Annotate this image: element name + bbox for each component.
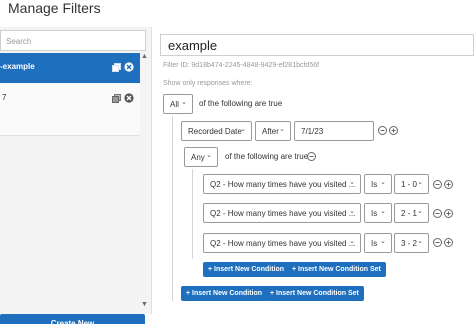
select-value: Recorded Date xyxy=(188,127,242,136)
chevron-down-icon: ⌄ xyxy=(349,238,355,245)
copy-icon[interactable] xyxy=(112,94,121,103)
select-value: Is xyxy=(371,239,378,248)
value-select[interactable]: 1 - 0 ⌄ xyxy=(394,174,429,194)
filter-list-panel: Search -example 7 ▲ ▼ Create New xyxy=(0,27,152,324)
chevron-down-icon: ⌄ xyxy=(417,179,423,186)
chevron-down-icon: ⌄ xyxy=(417,238,423,245)
subgroup-conjunction-select[interactable]: Any ⌄ xyxy=(184,147,218,167)
chevron-down-icon: ⌄ xyxy=(181,99,187,106)
insert-condition-set-button[interactable]: + Insert New Condition Set xyxy=(265,286,364,301)
select-value: Q2 - How many times have you visited ... xyxy=(210,209,356,218)
select-value: All xyxy=(170,100,179,109)
minus-circle-icon[interactable] xyxy=(433,209,442,218)
subgroup-line xyxy=(192,169,193,259)
chevron-down-icon: ⌄ xyxy=(380,238,386,245)
create-new-button[interactable]: Create New xyxy=(0,314,145,324)
chevron-down-icon: ⌄ xyxy=(349,208,355,215)
question-select[interactable]: Q2 - How many times have you visited ...… xyxy=(203,203,361,223)
select-value: Is xyxy=(371,180,378,189)
chevron-down-icon: ⌄ xyxy=(279,126,285,133)
filter-item-label: -example xyxy=(0,62,35,71)
question-select[interactable]: Q2 - How many times have you visited ...… xyxy=(203,174,361,194)
operator-select[interactable]: Is ⌄ xyxy=(364,233,392,253)
operator-select[interactable]: Is ⌄ xyxy=(364,203,392,223)
value-select[interactable]: 3 - 2 ⌄ xyxy=(394,233,429,253)
show-only-label: Show only responses where: xyxy=(163,80,253,87)
select-value: 1 - 0 xyxy=(401,180,418,189)
operator-select[interactable]: Is ⌄ xyxy=(364,174,392,194)
chevron-down-icon: ⌄ xyxy=(349,179,355,186)
filter-list-item-active[interactable]: -example xyxy=(0,53,140,83)
page-title: Manage Filters xyxy=(8,0,101,16)
select-value: Q2 - How many times have you visited ... xyxy=(210,239,356,248)
chevron-down-icon: ⌄ xyxy=(417,208,423,215)
select-value: Q2 - How many times have you visited ... xyxy=(210,180,356,189)
copy-icon[interactable] xyxy=(112,63,121,72)
question-select[interactable]: Q2 - How many times have you visited ...… xyxy=(203,233,361,253)
remove-icon[interactable] xyxy=(124,62,134,72)
filter-item-label: 7 xyxy=(2,93,7,102)
plus-circle-icon[interactable] xyxy=(444,209,453,218)
operator-select[interactable]: After ⌄ xyxy=(255,121,291,141)
select-value: 3 - 2 xyxy=(401,239,418,248)
select-value: Any xyxy=(191,153,205,162)
root-suffix-text: of the following are true xyxy=(199,99,283,108)
filter-list-item[interactable]: 7 xyxy=(0,84,140,136)
minus-circle-icon[interactable] xyxy=(378,126,387,135)
scroll-down-arrow-icon[interactable]: ▼ xyxy=(141,301,148,308)
chevron-down-icon: ⌄ xyxy=(380,179,386,186)
minus-circle-icon[interactable] xyxy=(307,152,316,161)
group-line xyxy=(172,116,173,301)
minus-circle-icon[interactable] xyxy=(433,180,442,189)
insert-condition-button[interactable]: + Insert New Condition xyxy=(181,286,268,301)
chevron-down-icon: ⌄ xyxy=(380,208,386,215)
date-value-field[interactable]: 7/1/23 xyxy=(294,121,374,141)
insert-condition-button[interactable]: + Insert New Condition xyxy=(203,262,290,277)
chevron-down-icon: ⌄ xyxy=(206,152,212,159)
plus-circle-icon[interactable] xyxy=(444,180,453,189)
plus-circle-icon[interactable] xyxy=(444,238,453,247)
chevron-down-icon: ⌄ xyxy=(240,126,246,133)
select-value: After xyxy=(262,127,279,136)
root-conjunction-select[interactable]: All ⌄ xyxy=(163,94,193,114)
insert-condition-set-button[interactable]: + Insert New Condition Set xyxy=(287,262,386,277)
filter-name-field[interactable]: example xyxy=(160,34,474,56)
remove-icon[interactable] xyxy=(124,93,134,103)
subgroup-suffix-text: of the following are true xyxy=(225,152,309,161)
plus-circle-icon[interactable] xyxy=(389,126,398,135)
select-value: Is xyxy=(371,209,378,218)
filter-id-text: Filter ID: 9d18b474-2245-4848-9429-ef281… xyxy=(163,62,320,69)
field-select[interactable]: Recorded Date ⌄ xyxy=(181,121,252,141)
select-value: 2 - 1 xyxy=(401,209,418,218)
scroll-up-arrow-icon[interactable]: ▲ xyxy=(141,53,148,60)
search-input[interactable]: Search xyxy=(0,30,146,51)
minus-circle-icon[interactable] xyxy=(433,238,442,247)
value-select[interactable]: 2 - 1 ⌄ xyxy=(394,203,429,223)
